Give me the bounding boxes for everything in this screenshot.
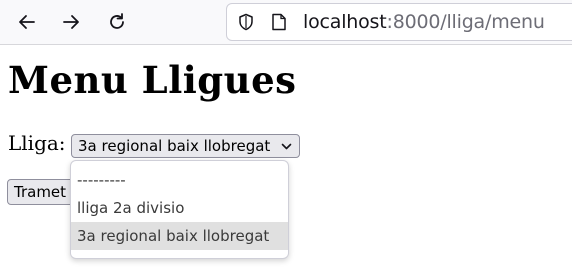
back-arrow-icon — [19, 15, 35, 29]
reload-icon — [110, 13, 124, 29]
page-title: Menu Lligues — [8, 58, 297, 102]
lliga-dropdown-list: --------- lliga 2a divisio 3a regional b… — [70, 160, 289, 259]
address-bar[interactable]: localhost:8000/lliga/menu — [226, 3, 572, 41]
lliga-label: Lliga: — [8, 131, 66, 155]
chevron-down-icon — [281, 143, 292, 150]
url-text: localhost:8000/lliga/menu — [303, 11, 545, 33]
reload-button[interactable] — [100, 5, 134, 39]
lliga-select-value: 3a regional baix llobregat — [78, 137, 271, 155]
page-icon[interactable] — [271, 13, 287, 31]
back-button[interactable] — [10, 5, 44, 39]
dropdown-option-selected[interactable]: 3a regional baix llobregat — [71, 222, 288, 250]
dropdown-option[interactable]: --------- — [71, 166, 288, 194]
browser-toolbar: localhost:8000/lliga/menu — [0, 0, 572, 45]
dropdown-option[interactable]: lliga 2a divisio — [71, 194, 288, 222]
url-path: :8000/lliga/menu — [386, 11, 545, 33]
forward-arrow-icon — [63, 15, 79, 29]
lliga-select[interactable]: 3a regional baix llobregat — [71, 134, 300, 158]
url-host: localhost — [303, 11, 387, 33]
shield-icon[interactable] — [237, 13, 255, 31]
forward-button[interactable] — [54, 5, 88, 39]
